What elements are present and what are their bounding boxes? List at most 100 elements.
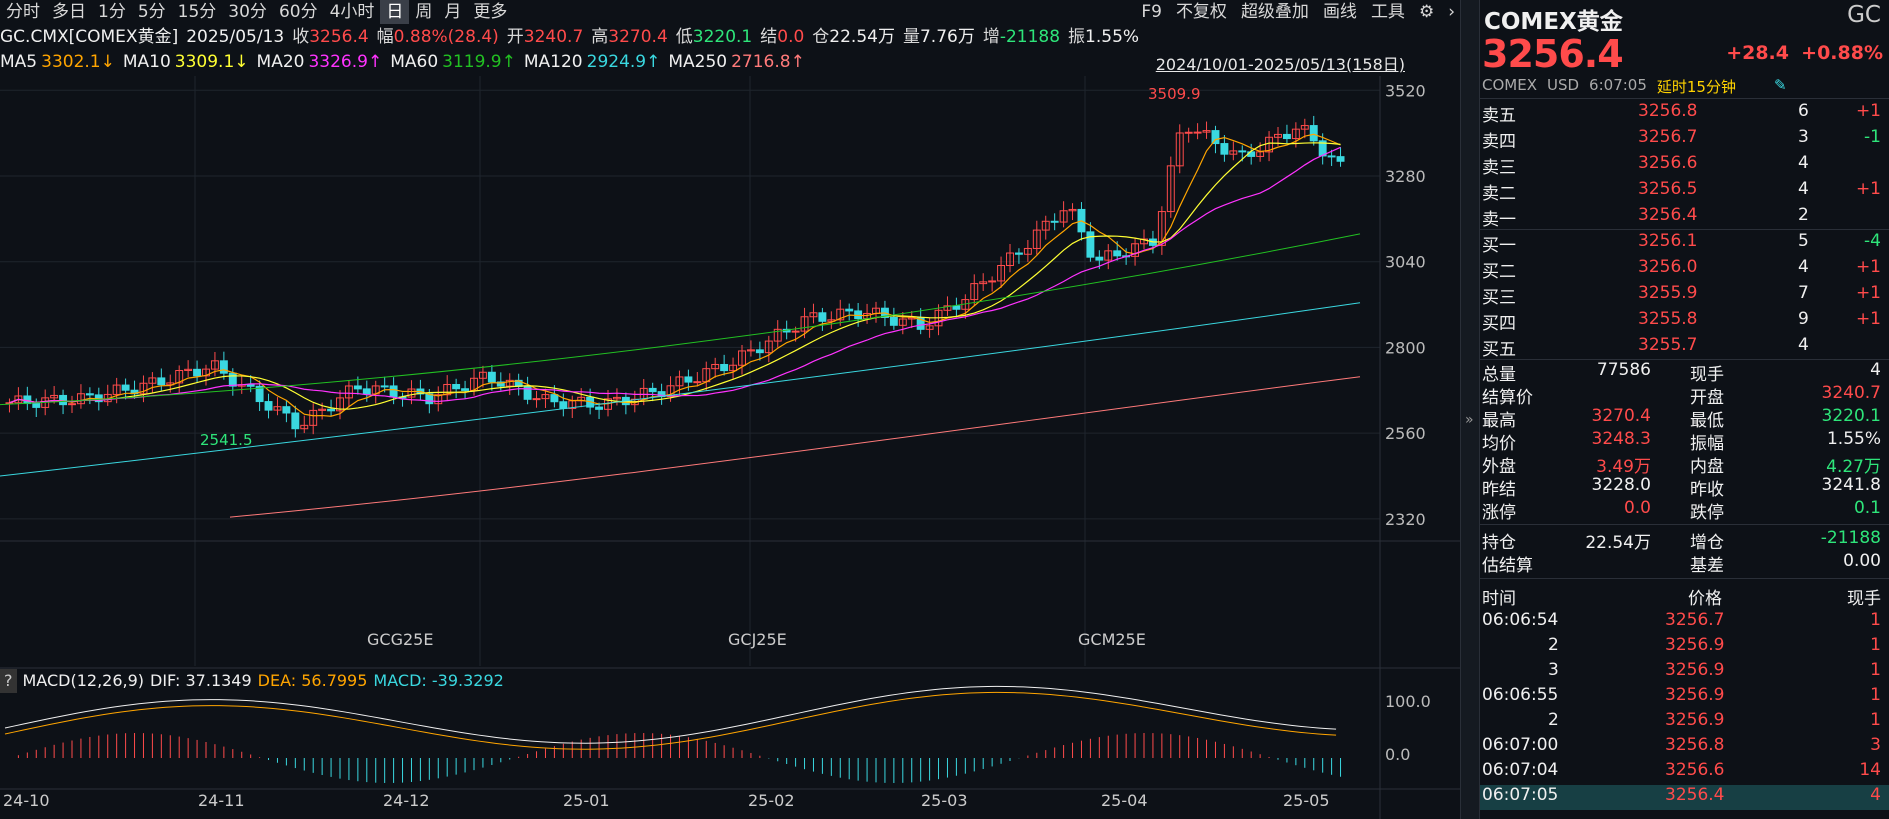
period-tab-5[interactable]: 30分 bbox=[222, 0, 273, 24]
ma60-line bbox=[0, 233, 1361, 406]
tool-item-1[interactable]: 不复权 bbox=[1171, 0, 1232, 24]
tool-item-3[interactable]: 画线 bbox=[1318, 0, 1362, 24]
candle bbox=[1309, 125, 1318, 142]
date-range-selector[interactable]: 2024/10/01-2025/05/13(158日) bbox=[1156, 51, 1405, 75]
order-book-row: 买二 3256.0 4 +1 bbox=[1482, 257, 1881, 282]
date-label: 2025/05/13 bbox=[186, 27, 285, 47]
chart-panel[interactable]: 分时 多日 1分 5分 15分 30分 60分 4小时日周月更多 F9 不复权 超级叠加 画线 工具 ⚙… bbox=[0, 0, 1460, 819]
tick-row: 06:07:04 3256.6 14 bbox=[1482, 760, 1881, 780]
x-tick-label: 24-10 bbox=[3, 791, 50, 810]
candle bbox=[791, 330, 800, 333]
candle bbox=[532, 398, 541, 401]
ma-legend-item: MA10 3309.1↓ bbox=[122, 52, 249, 72]
ma-legend: MA5 3302.1↓ MA10 3309.1↓ MA20 3326.9↑ MA60 3119… bbox=[0, 49, 805, 75]
tick-row: 06:06:54 3256.7 1 bbox=[1482, 610, 1881, 630]
dif-line bbox=[4, 685, 1337, 744]
candle bbox=[32, 403, 41, 408]
order-book-row: 卖五 3256.8 6 +1 bbox=[1482, 101, 1881, 126]
tick-row: 3 3256.9 1 bbox=[1548, 660, 1881, 680]
settings-gear-icon[interactable]: ⚙ bbox=[1414, 0, 1439, 24]
candle bbox=[1327, 155, 1336, 158]
candle bbox=[755, 349, 764, 354]
help-icon[interactable]: ? bbox=[0, 669, 17, 693]
candle bbox=[246, 384, 255, 387]
candle bbox=[684, 376, 693, 383]
stat-row: 昨结 3228.0 昨收 3241.8 bbox=[1482, 475, 1881, 500]
candle bbox=[59, 394, 68, 406]
candle bbox=[988, 280, 997, 283]
period-tab-2[interactable]: 1分 bbox=[92, 0, 132, 24]
x-tick-label: 24-12 bbox=[383, 791, 430, 810]
ma-legend-item: MA120 2924.9↑ bbox=[523, 52, 661, 72]
order-book-row: 卖二 3256.5 4 +1 bbox=[1482, 179, 1881, 204]
price-change-pct: +0.88% bbox=[1801, 42, 1883, 64]
high-field: 高3270.4 bbox=[591, 27, 668, 47]
period-tab-3[interactable]: 5分 bbox=[132, 0, 172, 24]
candle bbox=[353, 385, 362, 390]
tick-row: 06:06:55 3256.9 1 bbox=[1482, 685, 1881, 705]
low-field: 低3220.1 bbox=[675, 27, 753, 47]
instrument-code: GC bbox=[1847, 2, 1881, 28]
expand-icon[interactable]: » bbox=[1465, 412, 1474, 428]
kline-chart[interactable]: 3520 3280 3040 2800 2560 2320 GCG25E GCJ25E GCM2… bbox=[0, 76, 1460, 819]
period-tab-9[interactable]: 周 bbox=[409, 0, 438, 24]
y-tick-label: 2320 bbox=[1385, 510, 1426, 529]
candle bbox=[1211, 130, 1220, 145]
x-tick-label: 25-05 bbox=[1283, 791, 1330, 810]
candle bbox=[1095, 256, 1104, 261]
candle bbox=[380, 385, 389, 388]
ma-legend-item: MA20 3326.9↑ bbox=[256, 52, 383, 72]
dif-field: DIF: 37.1349 bbox=[150, 671, 252, 690]
y-tick-label: 3280 bbox=[1385, 167, 1426, 186]
ma-legend-item: MA250 2716.8↑ bbox=[668, 52, 805, 72]
last-price: 3256.4 bbox=[1482, 32, 1624, 76]
stat-row: 结算价 开盘 3240.7 bbox=[1482, 383, 1881, 408]
period-tab-11[interactable]: 更多 bbox=[467, 0, 513, 24]
inc-field: 增-21188 bbox=[982, 27, 1061, 47]
symbol-label: GC.CMX[COMEX黄金] bbox=[0, 27, 179, 47]
order-book-row: 卖四 3256.7 3 -1 bbox=[1482, 127, 1881, 152]
tool-item-4[interactable]: 工具 bbox=[1366, 0, 1410, 24]
open-field: 开3240.7 bbox=[506, 27, 584, 47]
candle bbox=[889, 316, 898, 326]
period-tab-7[interactable]: 4小时 bbox=[324, 0, 381, 24]
tool-item-2[interactable]: 超级叠加 bbox=[1236, 0, 1314, 24]
panel-collapse-handle[interactable]: » bbox=[1460, 0, 1480, 819]
candle bbox=[1014, 252, 1023, 255]
edit-icon[interactable]: ✎ bbox=[1774, 76, 1787, 97]
stat-row: 涨停 0.0 跌停 0.1 bbox=[1482, 498, 1881, 523]
period-tab-10[interactable]: 月 bbox=[438, 0, 467, 24]
contract-label: GCM25E bbox=[1078, 630, 1146, 649]
period-tab-8[interactable]: 日 bbox=[380, 0, 410, 24]
tick-row: 06:07:00 3256.8 3 bbox=[1482, 735, 1881, 755]
candle bbox=[550, 394, 559, 403]
y-tick-label: 3520 bbox=[1385, 81, 1426, 100]
candle bbox=[68, 403, 76, 406]
stat-row: 均价 3248.3 振幅 1.55% bbox=[1482, 429, 1881, 454]
candle bbox=[595, 406, 604, 410]
candle bbox=[1184, 131, 1193, 134]
x-tick-label: 25-01 bbox=[563, 791, 610, 810]
candle bbox=[952, 305, 961, 310]
quote-subinfo: COMEX USD 6:07:05 延时15分钟 ✎ bbox=[1482, 76, 1787, 97]
ma-legend-item: MA60 3119.9↑ bbox=[390, 52, 516, 72]
period-tab-1[interactable]: 多日 bbox=[46, 0, 92, 24]
period-tab-4[interactable]: 15分 bbox=[172, 0, 223, 24]
candle bbox=[327, 408, 336, 412]
macd-header: ? MACD(12,26,9) DIF: 37.1349 DEA: 56.799… bbox=[0, 669, 504, 693]
x-tick-label: 25-04 bbox=[1101, 791, 1148, 810]
chevron-right-icon[interactable]: › bbox=[1443, 0, 1460, 24]
order-book-row: 卖一 3256.4 2 bbox=[1482, 205, 1809, 230]
stat-row: 持仓 22.54万 增仓 -21188 bbox=[1482, 528, 1881, 553]
oi-field: 仓22.54万 bbox=[812, 27, 895, 47]
period-tab-6[interactable]: 60分 bbox=[273, 0, 324, 24]
candle bbox=[121, 384, 130, 391]
tick-row: 06:07:05 3256.4 4 bbox=[1480, 785, 1889, 810]
y-tick-label: 2800 bbox=[1385, 338, 1426, 357]
period-tab-0[interactable]: 分时 bbox=[0, 0, 46, 24]
tick-header: 时间 价格 现手 bbox=[1482, 589, 1881, 609]
exchange-label: COMEX bbox=[1482, 76, 1537, 94]
tool-item-0[interactable]: F9 bbox=[1136, 0, 1167, 24]
settle-field: 结0.0 bbox=[760, 27, 805, 47]
candle bbox=[1282, 133, 1291, 140]
